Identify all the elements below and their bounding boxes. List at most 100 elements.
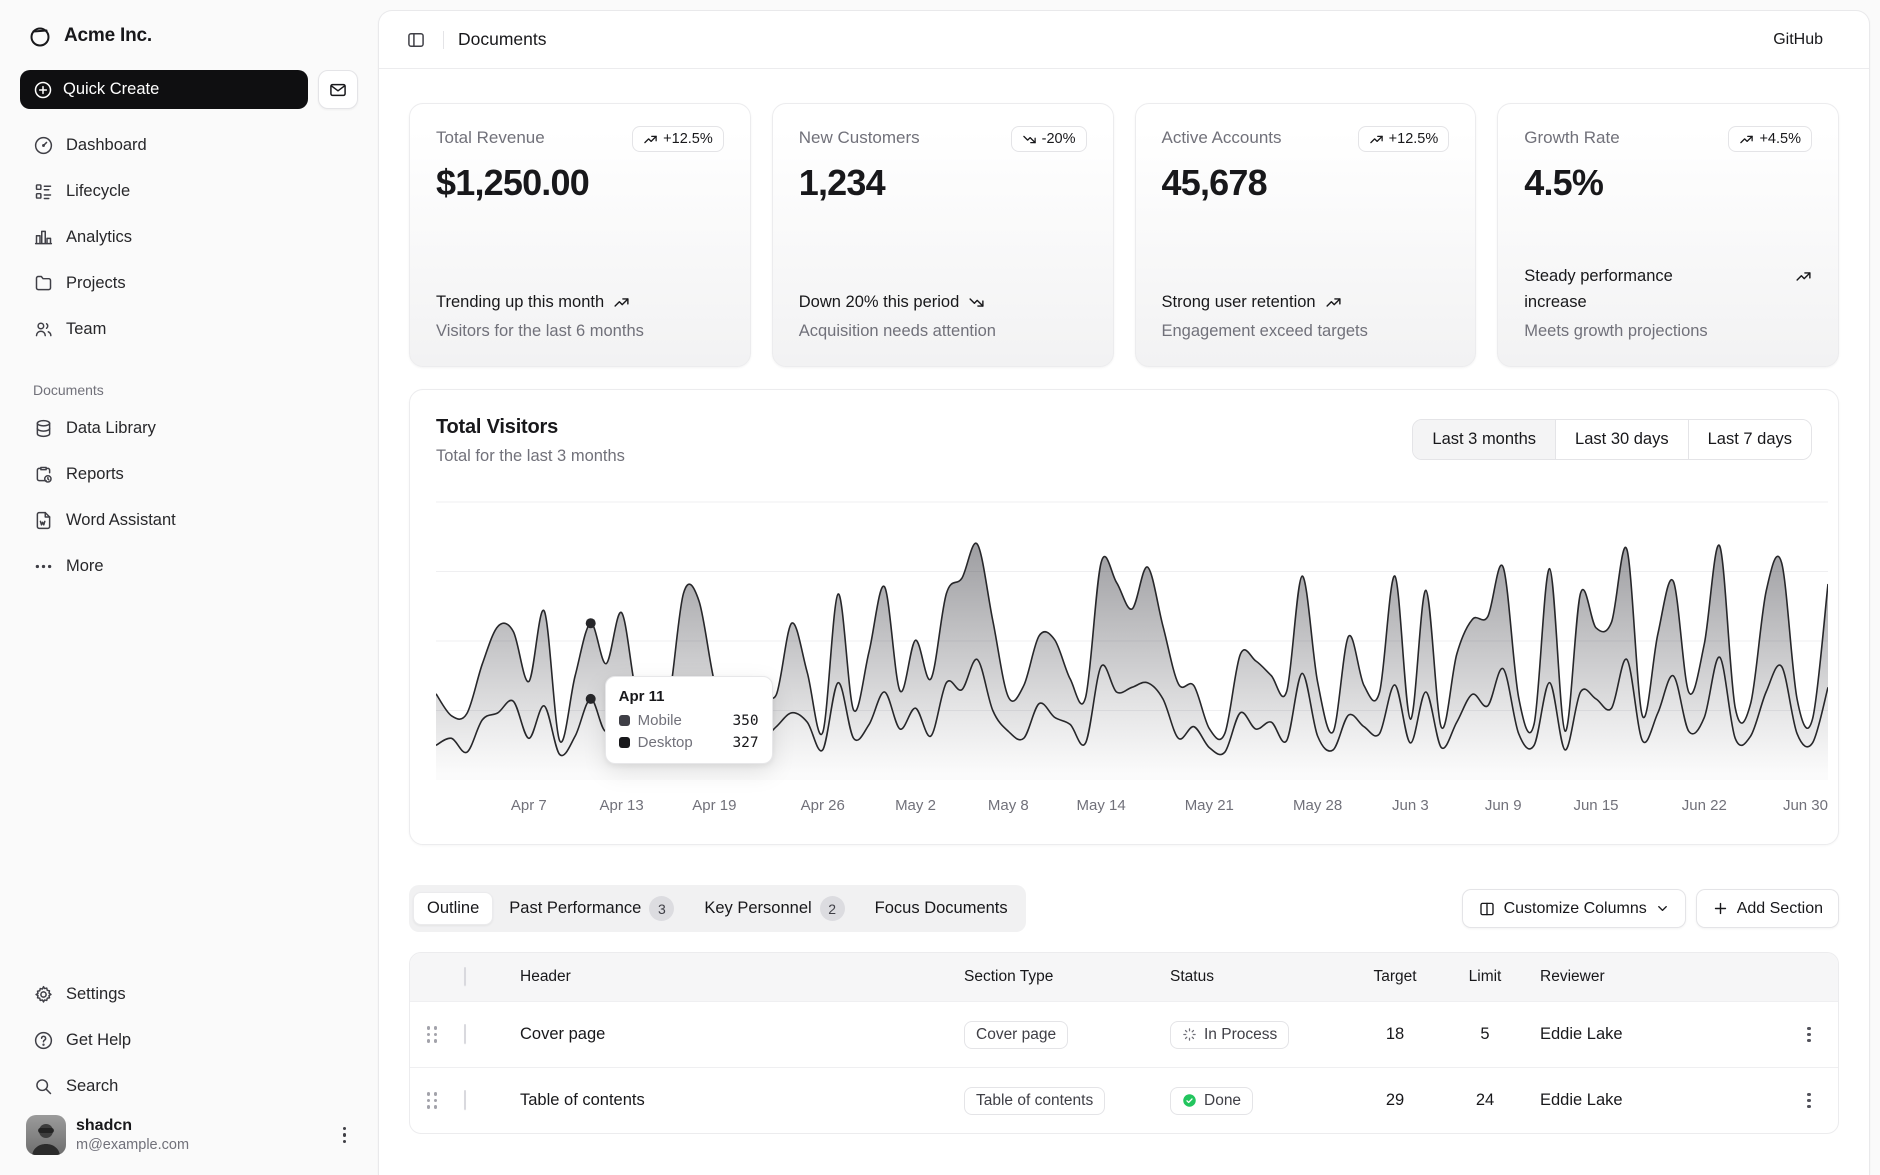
sidebar-item-settings[interactable]: Settings [20, 974, 358, 1015]
stat-card-growth-rate: Growth Rate +4.5% 4.5% Steady performanc… [1497, 103, 1839, 367]
sidebar-item-label: Settings [66, 985, 126, 1004]
select-all-checkbox[interactable] [464, 967, 466, 986]
chevron-down-icon [1655, 901, 1670, 916]
github-link[interactable]: GitHub [1773, 31, 1823, 48]
section-type-badge: Cover page [964, 1021, 1068, 1049]
svg-text:May 8: May 8 [988, 797, 1029, 814]
sidebar-item-label: Reports [66, 465, 124, 484]
trend-badge: +12.5% [1358, 126, 1450, 152]
svg-text:May 2: May 2 [895, 797, 936, 814]
brand-logo-icon [28, 24, 52, 48]
users-icon [33, 319, 54, 340]
limit-value[interactable]: 5 [1440, 1025, 1530, 1044]
sidebar-item-projects[interactable]: Projects [20, 263, 358, 304]
quick-create-button[interactable]: Quick Create [20, 70, 308, 109]
sidebar-item-word-assistant[interactable]: Word Assistant [20, 500, 358, 541]
stat-footer-title: Trending up this month [436, 289, 604, 315]
row-menu-dots-icon[interactable] [1790, 1021, 1828, 1049]
range-option-3-months[interactable]: Last 3 months [1413, 420, 1555, 459]
sidebar-item-label: Analytics [66, 228, 132, 247]
row-header-link[interactable]: Table of contents [506, 1091, 954, 1110]
sidebar-toggle-button[interactable] [399, 23, 433, 57]
layout-columns-icon [1478, 900, 1496, 918]
stat-footer-desc: Acquisition needs attention [799, 318, 1087, 344]
sidebar-item-reports[interactable]: Reports [20, 454, 358, 495]
brand-name: Acme Inc. [64, 25, 152, 47]
row-checkbox[interactable] [464, 1024, 466, 1044]
target-value[interactable]: 18 [1350, 1025, 1440, 1044]
drag-handle-icon[interactable] [420, 1092, 444, 1109]
sidebar-nav-documents: Data Library Reports Word Assistant [20, 408, 358, 587]
stat-label: Active Accounts [1162, 126, 1282, 148]
column-header: Limit [1440, 968, 1530, 986]
stat-footer-desc: Engagement exceed targets [1162, 318, 1450, 344]
user-menu-dots-icon[interactable] [337, 1121, 353, 1150]
sidebar-item-dashboard[interactable]: Dashboard [20, 125, 358, 166]
row-checkbox[interactable] [464, 1090, 466, 1110]
trend-badge: -20% [1011, 126, 1087, 152]
column-header: Header [506, 968, 954, 986]
svg-text:Apr 19: Apr 19 [692, 797, 736, 814]
svg-text:May 14: May 14 [1076, 797, 1125, 814]
column-header: Section Type [954, 968, 1160, 986]
user-name: shadcn [76, 1116, 327, 1136]
sidebar-item-analytics[interactable]: Analytics [20, 217, 358, 258]
stat-value: $1,250.00 [436, 162, 724, 204]
tab-past-performance[interactable]: Past Performance 3 [495, 889, 688, 928]
brand[interactable]: Acme Inc. [20, 18, 358, 54]
list-details-icon [33, 181, 54, 202]
tab-focus-documents[interactable]: Focus Documents [861, 892, 1022, 925]
table-row: Cover page Cover page In Process 18 5 Ed… [410, 1001, 1838, 1067]
customize-columns-button[interactable]: Customize Columns [1462, 889, 1686, 928]
sidebar-item-get-help[interactable]: Get Help [20, 1020, 358, 1061]
reviewer-value[interactable]: Eddie Lake [1530, 1025, 1780, 1044]
add-section-button[interactable]: Add Section [1696, 889, 1839, 928]
target-value[interactable]: 29 [1350, 1091, 1440, 1110]
sidebar: Acme Inc. Quick Create [0, 0, 378, 1175]
visitors-chart-card: Total Visitors Total for the last 3 mont… [409, 389, 1839, 845]
tooltip-series-value: 350 [732, 713, 758, 729]
stat-footer-title: Steady performance increase [1524, 263, 1714, 316]
range-option-7-days[interactable]: Last 7 days [1688, 420, 1811, 459]
row-header-link[interactable]: Cover page [506, 1025, 954, 1044]
sidebar-item-more[interactable]: More [20, 546, 358, 587]
sidebar-item-label: More [66, 557, 104, 576]
svg-text:May 28: May 28 [1293, 797, 1342, 814]
tab-count-badge: 3 [649, 896, 674, 921]
reviewer-value[interactable]: Eddie Lake [1530, 1091, 1780, 1110]
sidebar-item-lifecycle[interactable]: Lifecycle [20, 171, 358, 212]
avatar [26, 1115, 66, 1155]
area-chart[interactable]: Apr 7Apr 13Apr 19Apr 26May 2May 8May 14M… [436, 492, 1812, 822]
search-icon [33, 1076, 54, 1097]
sidebar-item-team[interactable]: Team [20, 309, 358, 350]
sidebar-item-search[interactable]: Search [20, 1066, 358, 1107]
tab-key-personnel[interactable]: Key Personnel 2 [690, 889, 858, 928]
desktop-swatch-icon [619, 737, 630, 748]
user-menu[interactable]: shadcn m@example.com [20, 1107, 358, 1155]
stat-footer-title: Down 20% this period [799, 289, 960, 315]
column-header: Target [1350, 968, 1440, 986]
database-icon [33, 418, 54, 439]
tooltip-series-label: Desktop [638, 734, 693, 751]
stat-label: Growth Rate [1524, 126, 1619, 148]
sidebar-item-data-library[interactable]: Data Library [20, 408, 358, 449]
drag-handle-icon[interactable] [420, 1026, 444, 1043]
trending-up-icon [1369, 132, 1384, 147]
sidebar-item-label: Get Help [66, 1031, 131, 1050]
svg-text:Apr 13: Apr 13 [599, 797, 643, 814]
divider [443, 31, 444, 49]
bar-chart-icon [33, 227, 54, 248]
row-menu-dots-icon[interactable] [1790, 1087, 1828, 1115]
svg-text:Jun 9: Jun 9 [1485, 797, 1522, 814]
range-option-30-days[interactable]: Last 30 days [1555, 420, 1688, 459]
tooltip-date: Apr 11 [619, 688, 759, 705]
svg-text:Jun 30: Jun 30 [1783, 797, 1828, 814]
section-type-badge: Table of contents [964, 1087, 1105, 1115]
trending-up-icon [613, 294, 630, 311]
help-circle-icon [33, 1030, 54, 1051]
inbox-mail-button[interactable] [318, 70, 358, 109]
tab-outline[interactable]: Outline [413, 892, 493, 925]
limit-value[interactable]: 24 [1440, 1091, 1530, 1110]
sidebar-item-label: Lifecycle [66, 182, 130, 201]
tooltip-series-value: 327 [732, 735, 758, 751]
